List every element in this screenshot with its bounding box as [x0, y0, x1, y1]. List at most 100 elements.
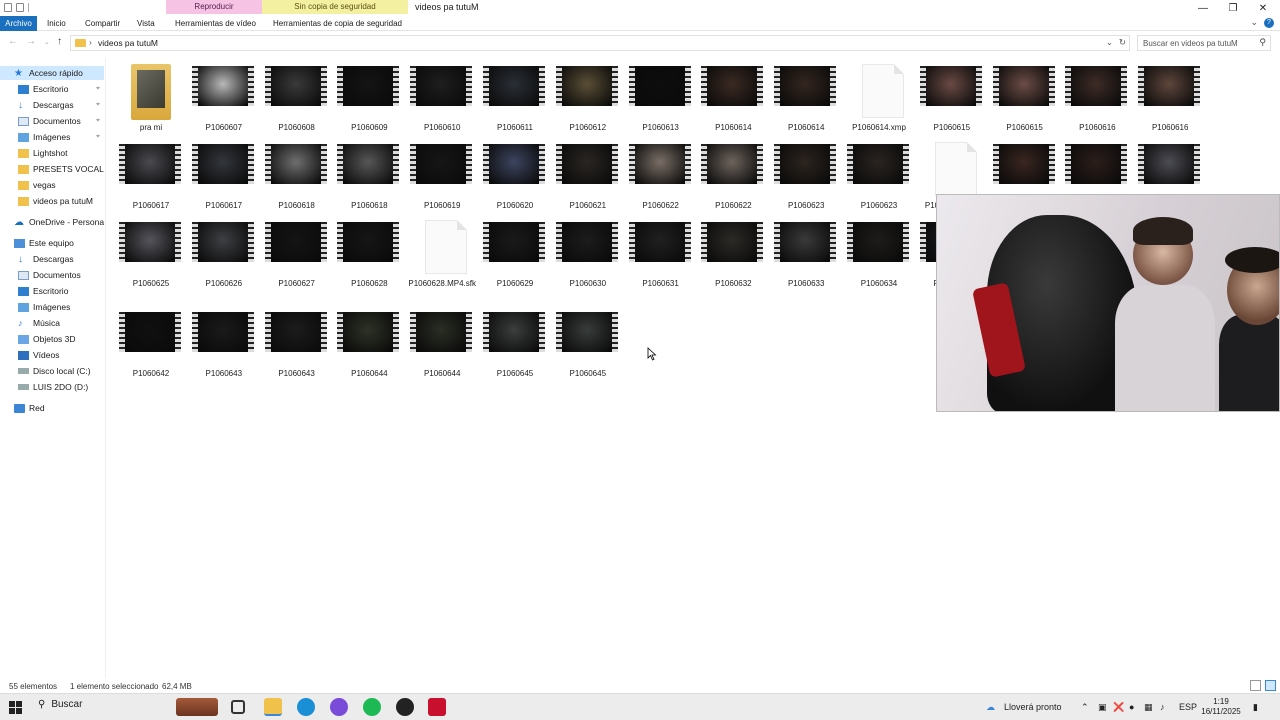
sidebar-item[interactable]: ♪ Música: [0, 316, 104, 330]
sidebar-item[interactable]: Imágenes ⌖: [0, 130, 104, 144]
video-file-item[interactable]: P1060614: [698, 60, 768, 138]
notifications-icon[interactable]: ▮: [1253, 702, 1258, 713]
sidebar-item[interactable]: vegas: [0, 178, 104, 192]
sidebar-item[interactable]: ↓ Descargas ⌖: [0, 98, 104, 112]
video-file-item[interactable]: P1060613: [626, 60, 696, 138]
video-file-item[interactable]: P1060617: [189, 138, 259, 216]
task-view-icon[interactable]: [231, 700, 245, 714]
file-explorer-icon[interactable]: [264, 698, 282, 716]
video-file-item[interactable]: P1060642: [116, 306, 186, 384]
video-file-item[interactable]: P1060622: [626, 138, 696, 216]
video-file-item[interactable]: P1060633: [771, 216, 841, 294]
new-folder-icon[interactable]: [16, 3, 24, 12]
video-file-item[interactable]: P1060644: [407, 306, 477, 384]
sidebar-item[interactable]: Imágenes: [0, 300, 104, 314]
up-arrow-icon[interactable]: ↑: [57, 36, 62, 47]
back-arrow-icon[interactable]: ←: [8, 36, 18, 47]
language-indicator[interactable]: ESP: [1179, 702, 1197, 712]
video-file-item[interactable]: P1060623: [771, 138, 841, 216]
sidebar-item[interactable]: ☁ OneDrive - Personal: [0, 215, 104, 229]
edge-icon[interactable]: [297, 698, 315, 716]
video-file-item[interactable]: P1060632: [698, 216, 768, 294]
breadcrumb[interactable]: videos pa tutuM: [98, 38, 158, 48]
spotify-icon[interactable]: [363, 698, 381, 716]
video-file-item[interactable]: P1060609: [334, 60, 404, 138]
sidebar-item[interactable]: Disco local (C:): [0, 364, 104, 378]
address-bar[interactable]: › videos pa tutuM ⌄ ↻: [70, 35, 1130, 51]
messenger-icon[interactable]: [330, 698, 348, 716]
tray-app-icon[interactable]: ▣: [1098, 702, 1107, 713]
tab-home[interactable]: Inicio: [41, 16, 72, 31]
forward-arrow-icon[interactable]: →: [26, 36, 36, 47]
sidebar-item[interactable]: Este equipo: [0, 236, 104, 250]
video-file-item[interactable]: P1060608: [262, 60, 332, 138]
video-file-item[interactable]: P1060622: [698, 138, 768, 216]
video-file-item[interactable]: P1060611: [480, 60, 550, 138]
sidebar-item[interactable]: Escritorio: [0, 284, 104, 298]
video-file-item[interactable]: P1060616: [1062, 60, 1132, 138]
sidebar-item[interactable]: Vídeos: [0, 348, 104, 362]
sidebar-item[interactable]: videos pa tutuM: [0, 194, 104, 208]
video-file-item[interactable]: P1060644: [334, 306, 404, 384]
file-item[interactable]: P1060628.MP4.sfk: [407, 216, 477, 294]
tab-file[interactable]: Archivo: [0, 16, 37, 31]
weather-text[interactable]: Lloverá pronto: [1004, 702, 1062, 712]
video-file-item[interactable]: P1060617: [116, 138, 186, 216]
video-file-item[interactable]: P1060623: [844, 138, 914, 216]
recent-chevron-icon[interactable]: ⌄: [44, 38, 50, 46]
video-file-item[interactable]: P1060645: [553, 306, 623, 384]
close-button[interactable]: ✕: [1248, 0, 1278, 16]
file-item[interactable]: P1060614.xmp: [844, 60, 914, 138]
video-file-item[interactable]: P1060643: [189, 306, 259, 384]
chevron-down-icon[interactable]: ⌄: [1106, 37, 1113, 48]
video-file-item[interactable]: P1060645: [480, 306, 550, 384]
sidebar-item[interactable]: Escritorio ⌖: [0, 82, 104, 96]
tab-video-tools[interactable]: Herramientas de vídeo: [169, 16, 262, 31]
tab-share[interactable]: Compartir: [79, 16, 126, 31]
network-icon[interactable]: ▦: [1144, 702, 1153, 713]
sidebar-item[interactable]: Documentos ⌖: [0, 114, 104, 128]
video-file-item[interactable]: P1060627: [262, 216, 332, 294]
video-file-item[interactable]: P1060607: [189, 60, 259, 138]
context-tab-backup[interactable]: Sin copia de seguridad: [262, 0, 408, 14]
folder-item[interactable]: pra mi: [116, 60, 186, 138]
help-icon[interactable]: ?: [1264, 18, 1274, 28]
video-file-item[interactable]: P1060620: [480, 138, 550, 216]
minimize-button[interactable]: —: [1188, 0, 1218, 16]
sidebar-item[interactable]: Lightshot: [0, 146, 104, 160]
obs-icon[interactable]: [396, 698, 414, 716]
sidebar-item[interactable]: PRESETS VOCALES I: [0, 162, 104, 176]
sidebar-item[interactable]: LUIS 2DO (D:): [0, 380, 104, 394]
refresh-icon[interactable]: ↻: [1119, 37, 1126, 48]
video-file-item[interactable]: P1060626: [189, 216, 259, 294]
video-file-item[interactable]: P1060615: [990, 60, 1060, 138]
network-off-icon[interactable]: ❌: [1113, 702, 1124, 713]
clock[interactable]: 1:19 16/11/2025: [1199, 697, 1243, 717]
tab-view[interactable]: Vista: [131, 16, 161, 31]
video-file-item[interactable]: P1060619: [407, 138, 477, 216]
video-file-item[interactable]: P1060621: [553, 138, 623, 216]
vegas-icon[interactable]: [428, 698, 446, 716]
video-file-item[interactable]: P1060615: [917, 60, 987, 138]
restore-button[interactable]: ❐: [1218, 0, 1248, 16]
chevron-down-icon[interactable]: ⌄: [1250, 17, 1258, 28]
taskbar-search[interactable]: ⚲ Buscar: [38, 699, 82, 710]
microphone-icon[interactable]: ●: [1129, 702, 1134, 712]
sidebar-item[interactable]: ↓ Descargas: [0, 252, 104, 266]
details-view-icon[interactable]: [1250, 680, 1261, 691]
search-input[interactable]: Buscar en videos pa tutuM ⚲: [1137, 35, 1271, 51]
video-file-item[interactable]: P1060629: [480, 216, 550, 294]
sidebar-item[interactable]: Red: [0, 401, 104, 415]
sidebar-item[interactable]: Objetos 3D: [0, 332, 104, 346]
properties-icon[interactable]: [4, 3, 12, 12]
weather-icon[interactable]: ☁: [986, 702, 995, 713]
sidebar-item[interactable]: Documentos: [0, 268, 104, 282]
context-tab-play[interactable]: Reproducir: [166, 0, 262, 14]
video-file-item[interactable]: P1060614: [771, 60, 841, 138]
video-file-item[interactable]: P1060610: [407, 60, 477, 138]
search-highlight-icon[interactable]: [176, 698, 218, 716]
windows-start-icon[interactable]: [9, 701, 22, 714]
chevron-up-icon[interactable]: ⌃: [1081, 702, 1089, 713]
video-file-item[interactable]: P1060630: [553, 216, 623, 294]
video-file-item[interactable]: P1060612: [553, 60, 623, 138]
